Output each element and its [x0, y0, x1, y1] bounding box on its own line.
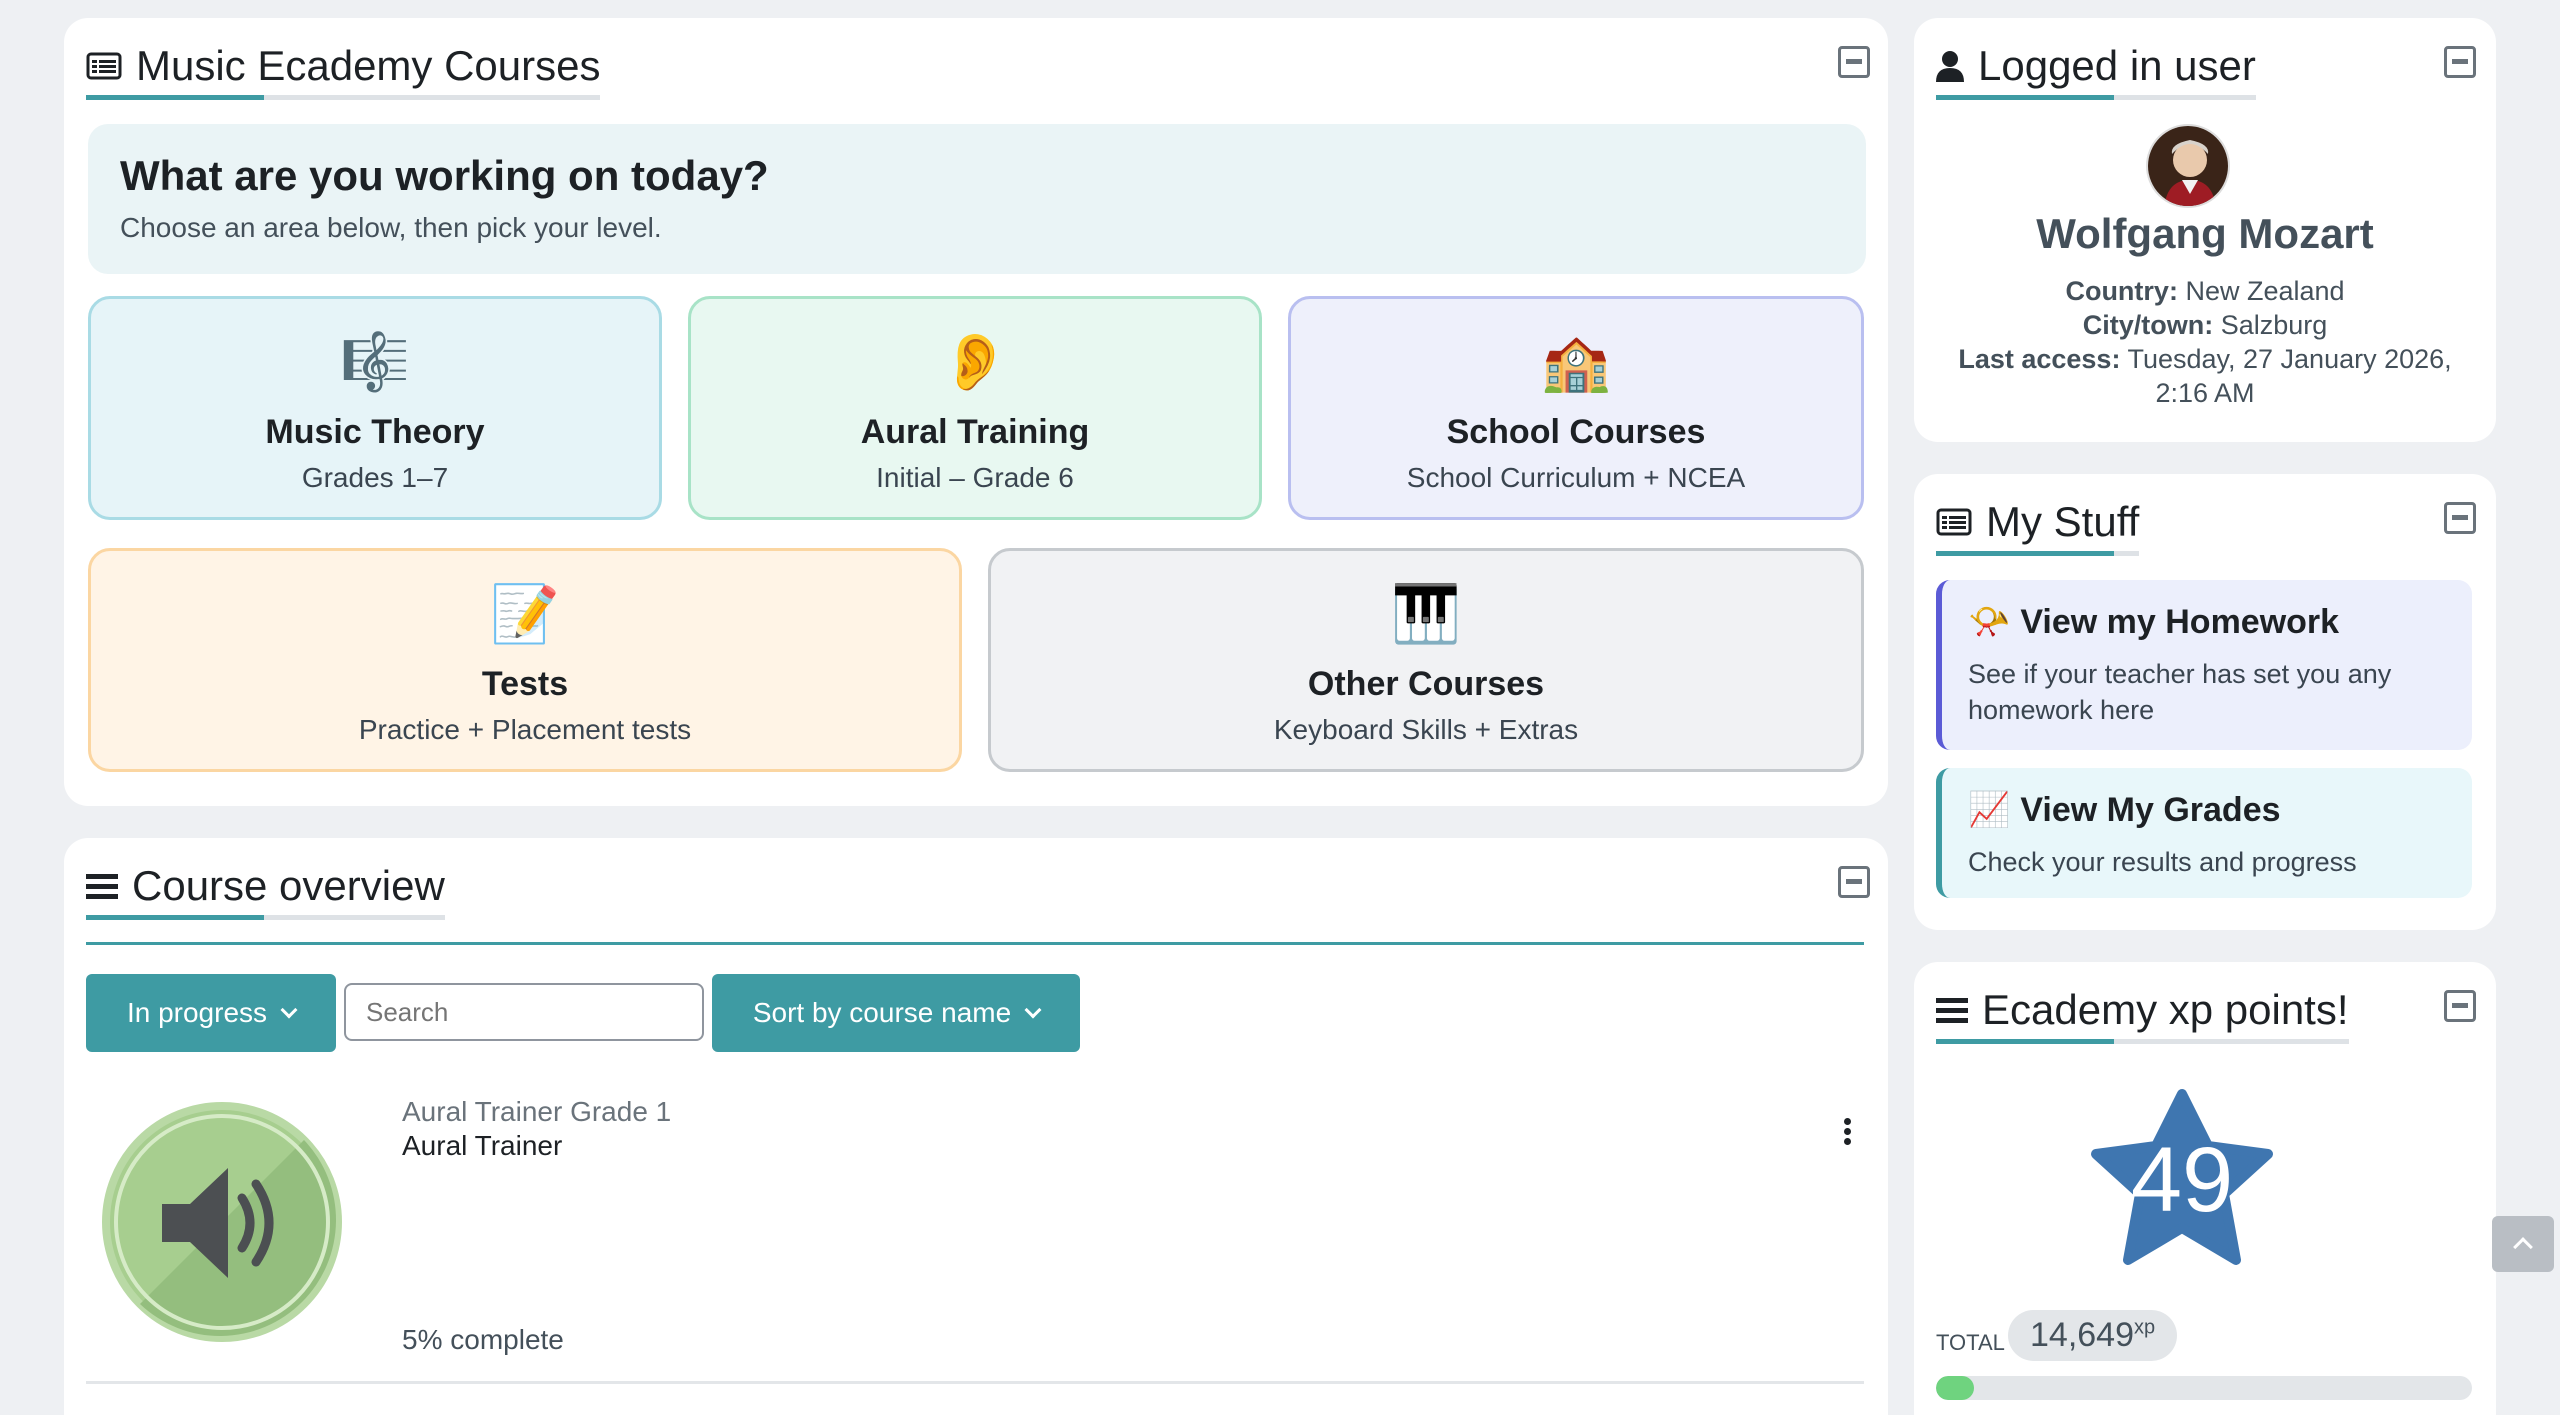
user-card-title: Logged in user — [1936, 42, 2256, 100]
tile-title: Music Theory — [265, 413, 485, 451]
grades-desc: Check your results and progress — [1968, 847, 2357, 877]
xp-card-title: Ecademy xp points! — [1936, 986, 2349, 1044]
homework-title: View my Homework — [2020, 602, 2340, 641]
school-icon: 🏫 — [1541, 330, 1611, 393]
xp-progress-fill — [1936, 1376, 1974, 1400]
stuff-card-title: My Stuff — [1936, 498, 2140, 556]
overview-divider — [86, 942, 1864, 945]
course-progress-text: 5% complete — [402, 1324, 564, 1355]
search-input[interactable] — [344, 983, 704, 1041]
tile-subtitle: Initial – Grade 6 — [876, 462, 1074, 493]
collapse-stuff-button[interactable] — [2444, 502, 2476, 534]
filter-label: In progress — [126, 997, 268, 1028]
user-title-text: Logged in user — [1978, 42, 2256, 89]
total-label: TOTAL — [1936, 1330, 2005, 1355]
memo-icon: 📝 — [490, 582, 560, 645]
hamburger-icon — [1936, 998, 1968, 1023]
collapse-overview-button[interactable] — [1838, 866, 1870, 898]
user-details: Country: New Zealand City/town: Salzburg… — [1914, 274, 2496, 410]
country-label: Country: — [2065, 276, 2178, 306]
tile-other-courses[interactable]: 🎹 Other Courses Keyboard Skills + Extras — [988, 548, 1864, 772]
xp-title-text: Ecademy xp points! — [1982, 986, 2349, 1033]
xp-unit: xp — [2134, 1316, 2156, 1339]
ear-icon: 👂 — [940, 330, 1010, 393]
chevron-down-icon — [280, 1001, 298, 1019]
hero-title: What are you working on today? — [120, 152, 769, 199]
chart-increasing-icon: 📈 — [1968, 791, 2011, 829]
city-value: Salzburg — [2220, 310, 2328, 340]
xp-card: Ecademy xp points! 49 TOTAL 14,649xp — [1914, 962, 2496, 1415]
hamburger-icon — [86, 874, 118, 899]
user-icon — [1936, 51, 1964, 82]
tile-title: School Courses — [1446, 413, 1706, 451]
city-label: City/town: — [2082, 310, 2214, 340]
avatar[interactable] — [2146, 124, 2230, 208]
back-to-top-button[interactable] — [2492, 1216, 2554, 1272]
tile-subtitle: Grades 1–7 — [301, 462, 449, 493]
level-star-badge: 49 — [2090, 1088, 2274, 1268]
list-icon — [1936, 508, 1972, 536]
piano-keys-icon: 🎹 — [1391, 582, 1461, 645]
tile-tests[interactable]: 📝 Tests Practice + Placement tests — [88, 548, 962, 772]
courses-card: Music Ecademy Courses What are you worki… — [64, 18, 1888, 806]
tile-subtitle: Keyboard Skills + Extras — [1273, 714, 1579, 745]
courses-card-title: Music Ecademy Courses — [86, 42, 601, 100]
view-grades-link[interactable]: 📈 View My Grades Check your results and p… — [1936, 768, 2472, 898]
last-access-label: Last access: — [1958, 344, 2121, 374]
view-homework-link[interactable]: 📯 View my Homework See if your teacher ha… — [1936, 580, 2472, 750]
grades-title: View My Grades — [2020, 790, 2281, 829]
my-stuff-card: My Stuff 📯 View my Homework See if your t… — [1914, 474, 2496, 930]
homework-desc: See if your teacher has set you any home… — [1968, 659, 2392, 725]
last-access-time: 2:16 AM — [2155, 378, 2255, 408]
tile-title: Other Courses — [1307, 665, 1545, 703]
speaker-icon — [102, 1102, 342, 1342]
user-name: Wolfgang Mozart — [2036, 210, 2374, 257]
tile-title: Tests — [481, 665, 569, 703]
overview-card-title: Course overview — [86, 862, 445, 920]
list-icon — [86, 52, 122, 80]
course-category: Aural Trainer Grade 1 — [402, 1096, 672, 1127]
total-xp-value: 14,649 — [2030, 1316, 2134, 1354]
tile-subtitle: School Curriculum + NCEA — [1406, 462, 1746, 493]
level-number: 49 — [2130, 1129, 2234, 1231]
course-name[interactable]: Aural Trainer — [402, 1130, 562, 1162]
sort-dropdown[interactable]: Sort by course name — [712, 974, 1080, 1052]
chevron-down-icon — [1024, 1001, 1042, 1019]
xp-progress-bar — [1936, 1376, 2472, 1400]
course-thumbnail[interactable] — [100, 1100, 344, 1344]
hero-banner: What are you working on today? Choose an… — [88, 124, 1866, 274]
country-value: New Zealand — [2185, 276, 2345, 306]
treble-clef-icon: 🎼 — [340, 330, 410, 393]
tile-music-theory[interactable]: 🎼 Music Theory Grades 1–7 — [88, 296, 662, 520]
postal-horn-icon: 📯 — [1968, 603, 2011, 641]
course-actions-menu-icon[interactable] — [1844, 1118, 1852, 1146]
collapse-xp-button[interactable] — [2444, 990, 2476, 1022]
hero-subtitle: Choose an area below, then pick your lev… — [120, 212, 662, 243]
last-access-value: Tuesday, 27 January 2026, — [2127, 344, 2452, 374]
overview-title-text: Course overview — [132, 862, 445, 909]
tile-title: Aural Training — [860, 413, 1090, 451]
filter-dropdown[interactable]: In progress — [86, 974, 336, 1052]
stuff-title-text: My Stuff — [1986, 498, 2140, 545]
collapse-user-button[interactable] — [2444, 46, 2476, 78]
tile-school-courses[interactable]: 🏫 School Courses School Curriculum + NCE… — [1288, 296, 1864, 520]
user-card: Logged in user Wolfgang Mozart Country: … — [1914, 18, 2496, 442]
sort-label: Sort by course name — [752, 997, 1012, 1028]
chevron-up-icon — [2513, 1237, 2533, 1257]
course-overview-card: Course overview In progress Sort by cour… — [64, 838, 1888, 1415]
tile-aural-training[interactable]: 👂 Aural Training Initial – Grade 6 — [688, 296, 1262, 520]
courses-title-text: Music Ecademy Courses — [136, 42, 601, 89]
tile-subtitle: Practice + Placement tests — [358, 714, 692, 745]
collapse-courses-button[interactable] — [1838, 46, 1870, 78]
course-list-item[interactable]: Aural Trainer Grade 1 Aural Trainer 5% c… — [86, 1088, 1864, 1384]
total-xp-pill: 14,649xp — [2008, 1310, 2178, 1361]
